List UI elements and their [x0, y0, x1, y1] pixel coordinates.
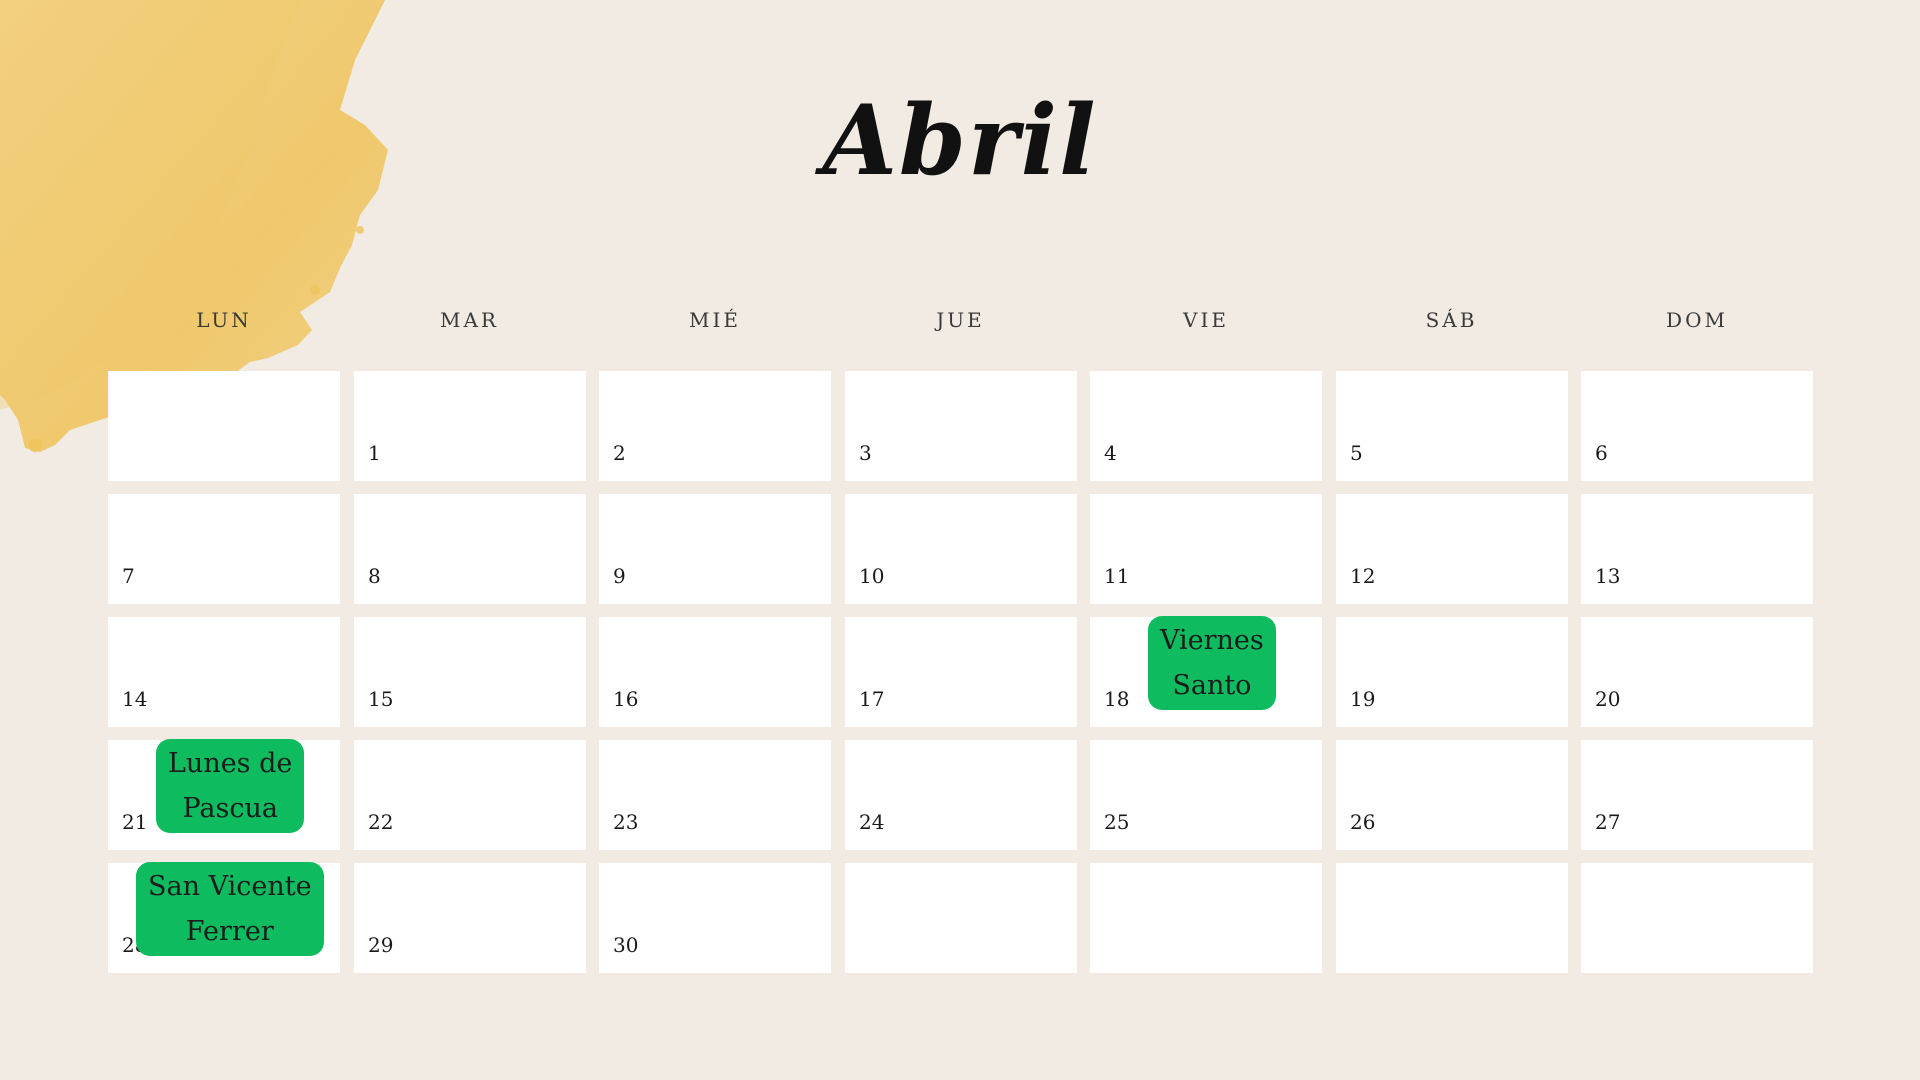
day-number: 14 [122, 687, 148, 711]
day-number: 7 [122, 564, 135, 588]
weekday-label: MAR [440, 308, 499, 332]
day-number: 5 [1350, 441, 1363, 465]
holiday-label-line: San Vicente [148, 871, 312, 902]
day-cell[interactable]: 29 [354, 863, 586, 973]
day-cell[interactable]: 20 [1581, 617, 1813, 727]
day-number: 15 [368, 687, 394, 711]
day-cell[interactable]: 30 [599, 863, 831, 973]
day-cell[interactable]: 4 [1090, 371, 1322, 481]
day-cell[interactable]: 13 [1581, 494, 1813, 604]
day-cell[interactable]: 25 [1090, 740, 1322, 850]
day-number: 6 [1595, 441, 1608, 465]
weekday-label: VIE [1183, 308, 1229, 332]
empty-day-cell[interactable] [1581, 863, 1813, 973]
day-cell[interactable]: 15 [354, 617, 586, 727]
day-number: 1 [368, 441, 381, 465]
holiday-badge[interactable]: Viernes Santo [1148, 616, 1276, 710]
day-cell[interactable]: 3 [845, 371, 1077, 481]
day-number: 16 [613, 687, 639, 711]
day-cell[interactable]: 14 [108, 617, 340, 727]
day-number: 2 [613, 441, 626, 465]
day-cell[interactable]: 12 [1336, 494, 1568, 604]
day-number: 27 [1595, 810, 1621, 834]
weekday-label: JUE [936, 308, 985, 332]
empty-day-cell[interactable] [845, 863, 1077, 973]
holiday-label-line: Ferrer [185, 916, 274, 947]
day-cell[interactable]: 8 [354, 494, 586, 604]
day-number: 30 [613, 933, 639, 957]
holiday-badge[interactable]: Lunes de Pascua [156, 739, 305, 833]
calendar-grid: 1 2 3 4 5 6 7 8 9 10 11 12 13 14 15 16 17 18 19 20 21 22 23 24 2… [108, 371, 1813, 973]
day-cell[interactable]: 2 [599, 371, 831, 481]
day-number: 17 [859, 687, 885, 711]
day-number: 10 [859, 564, 885, 588]
day-cell[interactable]: 27 [1581, 740, 1813, 850]
day-cell[interactable]: 17 [845, 617, 1077, 727]
day-number: 8 [368, 564, 381, 588]
holiday-label-line: Pascua [182, 793, 278, 824]
day-number: 21 [122, 810, 148, 834]
day-cell[interactable]: 10 [845, 494, 1077, 604]
day-number: 3 [859, 441, 872, 465]
day-cell[interactable]: 5 [1336, 371, 1568, 481]
holiday-label-line: Santo [1172, 670, 1252, 701]
day-number: 29 [368, 933, 394, 957]
weekday-label: MIÉ [689, 308, 741, 332]
day-cell[interactable]: 23 [599, 740, 831, 850]
day-number: 18 [1104, 687, 1130, 711]
day-cell[interactable]: 1 [354, 371, 586, 481]
day-number: 24 [859, 810, 885, 834]
day-cell[interactable]: 6 [1581, 371, 1813, 481]
day-number: 25 [1104, 810, 1130, 834]
day-cell[interactable]: 7 [108, 494, 340, 604]
day-number: 22 [368, 810, 394, 834]
holiday-label-line: Lunes de [168, 748, 293, 779]
day-cell[interactable]: 26 [1336, 740, 1568, 850]
month-title: Abril [822, 84, 1098, 197]
day-number: 9 [613, 564, 626, 588]
day-number: 4 [1104, 441, 1117, 465]
day-cell[interactable]: 19 [1336, 617, 1568, 727]
day-number: 12 [1350, 564, 1376, 588]
weekday-label: SÁB [1425, 308, 1478, 332]
weekday-label: LUN [196, 308, 252, 332]
empty-day-cell[interactable] [1336, 863, 1568, 973]
day-number: 13 [1595, 564, 1621, 588]
day-number: 20 [1595, 687, 1621, 711]
day-number: 11 [1104, 564, 1130, 588]
day-cell[interactable]: 9 [599, 494, 831, 604]
day-cell[interactable]: 11 [1090, 494, 1322, 604]
weekday-label: DOM [1666, 308, 1728, 332]
day-number: 26 [1350, 810, 1376, 834]
day-number: 19 [1350, 687, 1376, 711]
holiday-label-line: Viernes [1160, 625, 1264, 656]
empty-day-cell[interactable] [108, 371, 340, 481]
day-cell[interactable]: 16 [599, 617, 831, 727]
day-number: 23 [613, 810, 639, 834]
day-cell[interactable]: 24 [845, 740, 1077, 850]
empty-day-cell[interactable] [1090, 863, 1322, 973]
holiday-badge[interactable]: San Vicente Ferrer [136, 862, 324, 956]
day-cell[interactable]: 22 [354, 740, 586, 850]
